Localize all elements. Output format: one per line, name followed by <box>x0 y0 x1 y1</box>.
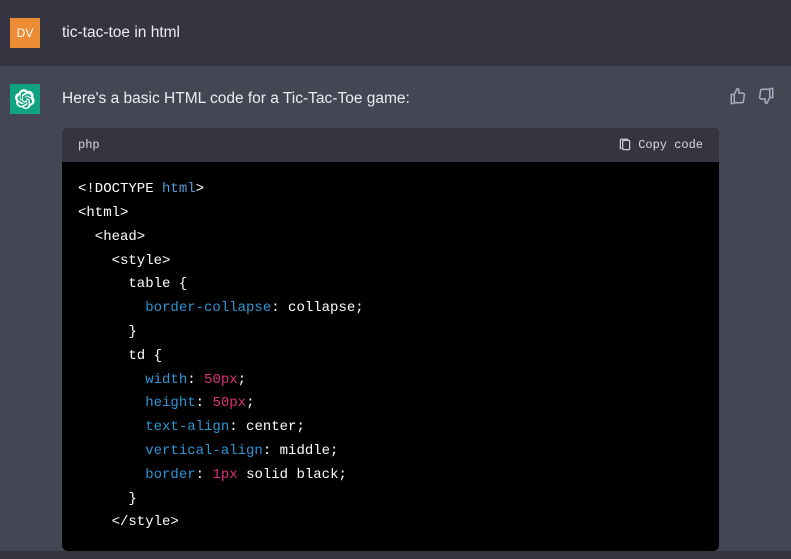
user-avatar: DV <box>10 18 40 48</box>
feedback-actions <box>729 84 781 105</box>
code-language-label: php <box>78 136 100 154</box>
clipboard-icon <box>618 138 632 152</box>
thumbs-down-button[interactable] <box>757 87 775 105</box>
thumbs-down-icon <box>757 87 775 105</box>
user-message-text: tic-tac-toe in html <box>62 18 781 44</box>
thumbs-up-icon <box>729 87 747 105</box>
code-header: php Copy code <box>62 128 719 162</box>
code-body[interactable]: <!DOCTYPE html> <html> <head> <style> ta… <box>62 162 719 551</box>
copy-code-label: Copy code <box>638 136 703 154</box>
assistant-content: Here's a basic HTML code for a Tic-Tac-T… <box>62 84 729 551</box>
assistant-intro-text: Here's a basic HTML code for a Tic-Tac-T… <box>62 87 729 110</box>
copy-code-button[interactable]: Copy code <box>618 136 703 154</box>
assistant-avatar <box>10 84 40 114</box>
code-block: php Copy code <!DOCTYPE html> <html> <he… <box>62 128 719 551</box>
user-message-row: DV tic-tac-toe in html <box>0 0 791 66</box>
assistant-message-row: Here's a basic HTML code for a Tic-Tac-T… <box>0 66 791 551</box>
thumbs-up-button[interactable] <box>729 87 747 105</box>
